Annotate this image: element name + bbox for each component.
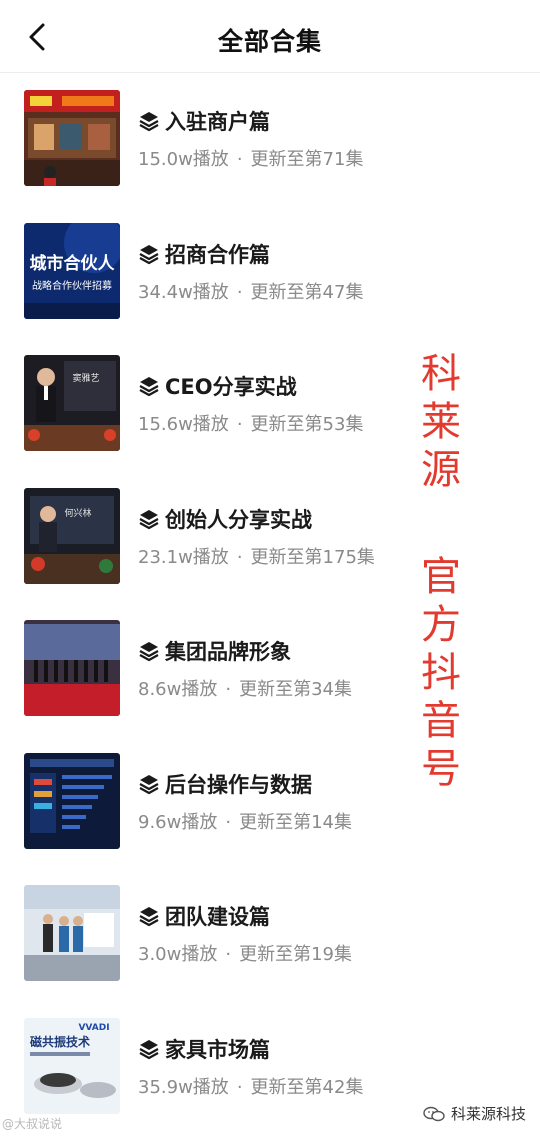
play-count: 15.6w播放 (138, 414, 229, 435)
item-title-text: 招商合作篇 (165, 242, 270, 267)
watermark-left: @大叔说说 (2, 1117, 63, 1131)
layers-icon (139, 112, 159, 132)
update-status: 更新至第71集 (250, 149, 364, 170)
overlay-char: 官 (421, 554, 461, 600)
thumb-text: 战略合作伙伴招募 (32, 279, 112, 292)
overlay-char: 科 (421, 351, 461, 397)
layers-icon (139, 907, 159, 927)
layers-icon (139, 1039, 159, 1059)
item-title: 家具市场篇 (138, 1034, 270, 1064)
group-photo-thumbnail (24, 620, 120, 716)
item-meta: 35.9w播放 · 更新至第42集 (138, 1073, 363, 1099)
layers-icon (139, 509, 159, 529)
item-title: 团队建设篇 (138, 901, 270, 931)
meta-separator: · (225, 811, 232, 833)
founder-speech-thumbnail: 何兴林 (24, 487, 120, 584)
item-title: 入驻商户篇 (138, 106, 270, 136)
play-count: 9.6w播放 (138, 811, 218, 833)
meta-separator: · (236, 1076, 243, 1098)
overlay-char: 抖 (421, 650, 461, 696)
item-title-text: 入驻商户篇 (165, 110, 270, 134)
item-meta: 8.6w播放 · 更新至第34集 (138, 675, 352, 701)
play-count: 8.6w播放 (138, 679, 218, 700)
item-meta: 15.6w播放 · 更新至第53集 (138, 410, 363, 436)
overlay-brand-name: 科 莱 源 (418, 350, 464, 494)
item-title: CEO分享实战 (138, 371, 297, 401)
overlay-char: 音 (421, 698, 461, 744)
item-title: 创始人分享实战 (138, 504, 312, 534)
item-meta: 9.6w播放 · 更新至第14集 (138, 808, 352, 834)
item-meta: 3.0w播放 · 更新至第19集 (138, 940, 352, 966)
item-meta: 34.4w播放 · 更新至第47集 (138, 278, 363, 304)
update-status: 更新至第53集 (250, 414, 364, 435)
thumb-text: VVADI (78, 1023, 109, 1033)
layers-icon (139, 774, 159, 794)
play-count: 34.4w播放 (138, 281, 229, 303)
update-status: 更新至第34集 (239, 679, 352, 700)
top-bar: 全部合集 (0, 0, 540, 73)
item-title: 后台操作与数据 (138, 769, 312, 799)
overlay-official-account: 官 方 抖 音 号 (418, 553, 464, 793)
team-expo-thumbnail (24, 885, 120, 981)
city-partner-thumbnail: 城市合伙人 战略合作伙伴招募 (24, 222, 120, 319)
list-item[interactable]: 城市合伙人 战略合作伙伴招募 招商合作篇 34.4w播放 · 更新至第47集 (0, 205, 540, 338)
meta-separator: · (236, 281, 243, 303)
layers-icon (139, 244, 159, 264)
overlay-char: 莱 (421, 399, 461, 445)
play-count: 23.1w播放 (138, 546, 229, 568)
update-status: 更新至第14集 (239, 811, 352, 833)
list-item[interactable]: 团队建设篇 3.0w播放 · 更新至第19集 (0, 867, 540, 1000)
meta-separator: · (236, 414, 243, 435)
thumb-text: 窦雅艺 (72, 372, 99, 384)
update-status: 更新至第42集 (250, 1076, 364, 1098)
item-title-text: 家具市场篇 (165, 1037, 270, 1062)
item-title-text: 创始人分享实战 (165, 507, 312, 532)
play-count: 3.0w播放 (138, 944, 218, 965)
meta-separator: · (225, 944, 232, 965)
update-status: 更新至第175集 (250, 546, 375, 568)
thumb-text: 城市合伙人 (30, 253, 116, 274)
ceo-speech-thumbnail: 窦雅艺 (24, 355, 120, 451)
update-status: 更新至第47集 (250, 281, 364, 303)
meta-separator: · (236, 149, 243, 170)
play-count: 15.0w播放 (138, 149, 229, 170)
overlay-char: 方 (421, 602, 461, 648)
item-title: 集团品牌形象 (138, 636, 291, 666)
item-title-text: 集团品牌形象 (165, 640, 291, 664)
storefront-thumbnail (24, 90, 120, 186)
item-meta: 23.1w播放 · 更新至第175集 (138, 543, 375, 569)
maglev-tech-thumbnail: VVADI 磁共振技术 (24, 1017, 120, 1114)
watermark-text: 科莱源科技 (450, 1105, 526, 1123)
meta-separator: · (225, 679, 232, 700)
layers-icon (139, 377, 159, 397)
watermark-right: 科莱源科技 (423, 1103, 526, 1124)
list-item[interactable]: 入驻商户篇 15.0w播放 · 更新至第71集 (0, 72, 540, 205)
thumb-text: 何兴林 (64, 507, 91, 519)
item-title-text: CEO分享实战 (165, 375, 297, 399)
meta-separator: · (236, 546, 243, 568)
item-title-text: 后台操作与数据 (165, 772, 312, 797)
page-title: 全部合集 (217, 27, 322, 56)
item-title: 招商合作篇 (138, 239, 270, 269)
wechat-icon (423, 1106, 445, 1121)
layers-icon (139, 642, 159, 662)
play-count: 35.9w播放 (138, 1076, 229, 1098)
thumb-text: 磁共振技术 (29, 1034, 90, 1049)
overlay-char: 号 (421, 746, 461, 792)
item-title-text: 团队建设篇 (165, 905, 270, 929)
dashboard-thumbnail (24, 752, 120, 849)
item-meta: 15.0w播放 · 更新至第71集 (138, 145, 363, 171)
update-status: 更新至第19集 (239, 944, 352, 965)
overlay-char: 源 (421, 447, 461, 493)
